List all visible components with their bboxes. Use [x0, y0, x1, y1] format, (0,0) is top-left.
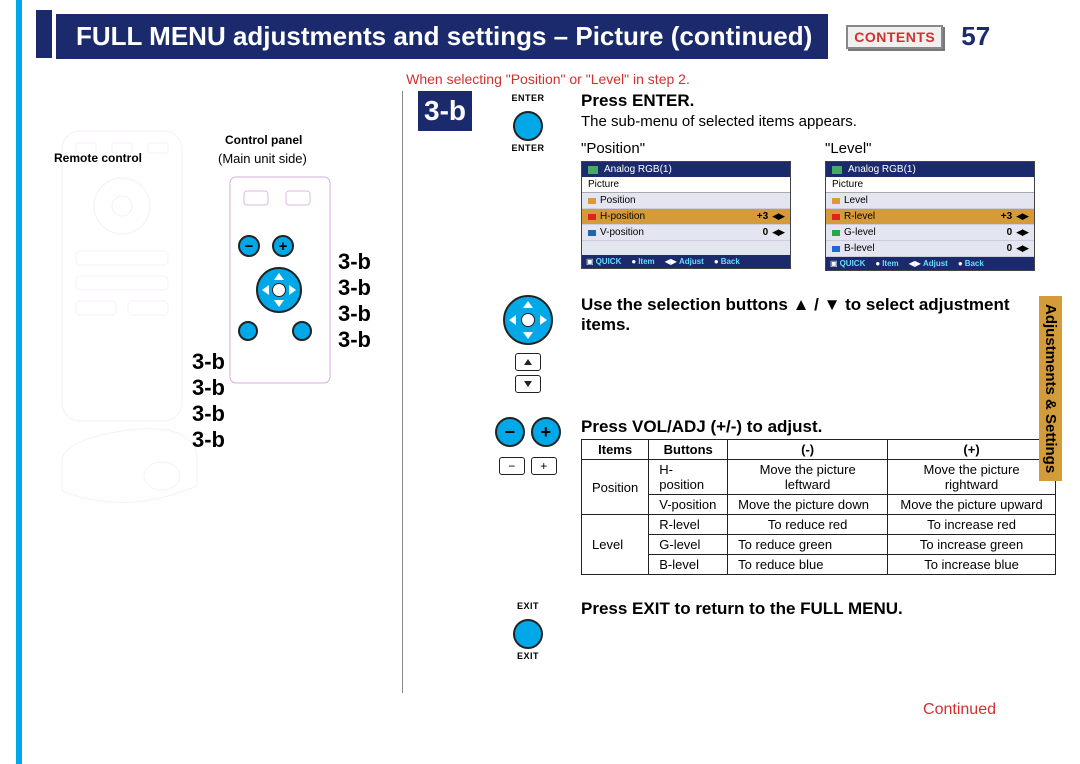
select-heading: Use the selection buttons ▲ / ▼ to selec… [581, 295, 1056, 335]
column-separator [402, 91, 403, 693]
panel-enter-icon [238, 321, 258, 341]
exit-caption-top: EXIT [517, 601, 539, 611]
control-panel-sub: (Main unit side) [218, 151, 307, 166]
press-enter-sub: The sub-menu of selected items appears. [581, 113, 1035, 130]
adjust-heading: Press VOL/ADJ (+/-) to adjust. [581, 417, 1056, 437]
remote-outline-icon [52, 121, 202, 556]
level-caption: "Level" [825, 140, 1035, 157]
exit-heading: Press EXIT to return to the FULL MENU. [581, 599, 903, 619]
enter-button-icon [513, 111, 543, 141]
callouts-panel: 3-b 3-b 3-b 3-b [338, 249, 371, 353]
panel-voladj-plus-icon: + [272, 235, 294, 257]
vol-minus-icon: − [495, 417, 525, 447]
callouts-remote: 3-b 3-b 3-b 3-b [192, 349, 225, 453]
dpad-icon [503, 295, 553, 345]
contents-button[interactable]: CONTENTS [846, 25, 943, 49]
minus-button-icon: − [499, 457, 525, 475]
panel-voladj-minus-icon: − [238, 235, 260, 257]
page-title: FULL MENU adjustments and settings – Pic… [56, 14, 828, 59]
device-diagram-panel: Remote control Control panel (Main unit … [40, 91, 390, 693]
section-side-tab[interactable]: Adjustments & Settings [1039, 296, 1062, 481]
press-enter-heading: Press ENTER. [581, 91, 1035, 111]
vol-plus-icon: + [531, 417, 561, 447]
plus-button-icon: + [531, 457, 557, 475]
enter-caption-top: ENTER [511, 93, 544, 103]
adjustment-table: Items Buttons (-) (+) Position H-positio… [581, 439, 1056, 575]
left-accent-bar [16, 0, 22, 764]
control-panel-label: Control panel [225, 133, 302, 147]
panel-outline-icon: − + [226, 173, 336, 418]
level-submenu: Analog RGB(1) Picture Level R-level+3◀▶ … [825, 161, 1035, 271]
exit-caption-bottom: EXIT [517, 651, 539, 661]
continued-label: Continued [40, 701, 1056, 719]
page-number: 57 [961, 21, 990, 52]
position-submenu: Analog RGB(1) Picture Position H-positio… [581, 161, 791, 269]
up-button-icon [515, 353, 541, 371]
panel-dpad-icon [256, 267, 302, 313]
enter-caption-bottom: ENTER [511, 143, 544, 153]
context-note: When selecting "Position" or "Level" in … [40, 71, 1056, 87]
step-badge-3b: 3-b [418, 91, 472, 131]
panel-exit-icon [292, 321, 312, 341]
exit-button-icon [513, 619, 543, 649]
down-button-icon [515, 375, 541, 393]
position-caption: "Position" [581, 140, 791, 157]
decor-navy-squares [36, 10, 52, 58]
